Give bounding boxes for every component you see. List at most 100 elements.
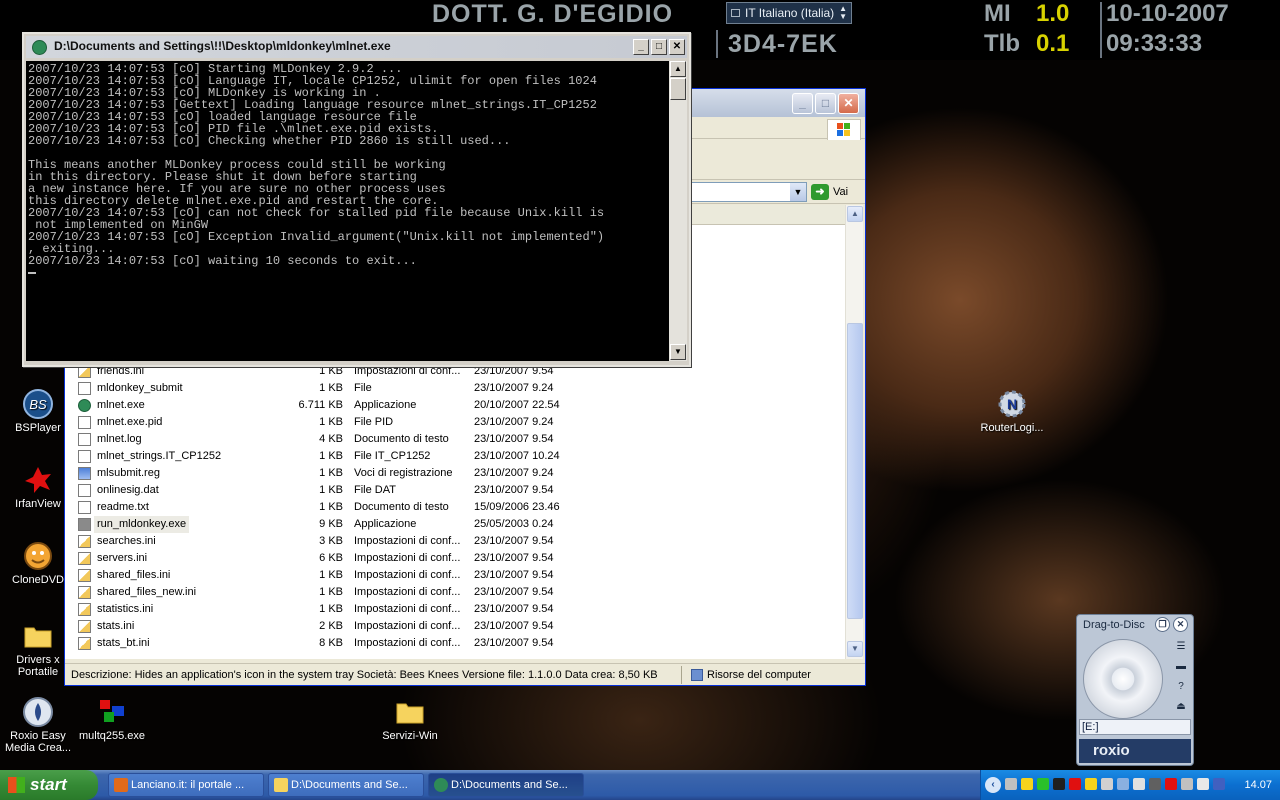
file-icon (78, 620, 91, 633)
file-icon (78, 637, 91, 650)
console-output[interactable]: 2007/10/23 14:07:53 [cO] Starting MLDonk… (26, 61, 669, 361)
file-icon (78, 433, 91, 446)
start-button[interactable]: start (0, 770, 98, 800)
messenger-icon[interactable] (1085, 778, 1097, 790)
file-row[interactable]: mlsubmit.reg 1 KB Voci di registrazione 23/… (65, 465, 845, 482)
file-row[interactable]: searches.ini 3 KB Impostazioni di conf... 2… (65, 533, 845, 550)
minimize-button[interactable]: _ (792, 93, 813, 114)
chevron-down-icon[interactable]: ▼ (790, 183, 806, 201)
console-titlebar[interactable]: D:\Documents and Settings\!!\Desktop\mld… (26, 36, 687, 58)
go-button[interactable]: ➜ Vai (811, 182, 848, 202)
close-icon[interactable]: ✕ (1173, 617, 1188, 632)
language-selector[interactable]: IT Italiano (Italia) ▲ ▼ (726, 2, 852, 24)
spin-arrows-icon[interactable]: ▲ ▼ (839, 5, 847, 21)
drive-selector[interactable]: [E:] (1079, 719, 1191, 735)
folder-icon[interactable]: ▬ (1173, 661, 1189, 677)
desktop-icon-multq[interactable]: multq255.exe (74, 696, 150, 742)
file-size: 1 KB (319, 484, 343, 496)
taskbar-item-browser[interactable]: Lanciano.it: il portale ... (108, 773, 264, 797)
chevron-left-icon[interactable]: ‹ (985, 777, 1001, 793)
shield-icon[interactable] (1021, 778, 1033, 790)
desktop-icon-router[interactable]: N RouterLogi... (974, 388, 1050, 434)
file-icon (78, 552, 91, 565)
updown-arrows-icon[interactable] (1037, 778, 1049, 790)
file-row[interactable]: mlnet_strings.IT_CP1252 1 KB File IT_CP125… (65, 448, 845, 465)
minimize-button[interactable]: _ (633, 39, 649, 55)
ati-icon[interactable] (1165, 778, 1177, 790)
taskbar-item-console[interactable]: D:\Documents and Se... (428, 773, 584, 797)
language-label: IT Italiano (Italia) (745, 6, 835, 20)
desktop-icon-servizi[interactable]: Servizi-Win (372, 696, 448, 742)
close-button[interactable]: ✕ (838, 93, 859, 114)
console-cursor (28, 271, 36, 274)
disc-icon[interactable] (1083, 639, 1163, 719)
drag-to-disc-widget[interactable]: Drag-to-Disc ❐ ✕ ☰ ▬ ? ⏏ [E:] roxio (1076, 614, 1194, 766)
console-line: 2007/10/23 14:07:53 [cO] Exception Inval… (28, 230, 605, 244)
file-row[interactable]: mldonkey_submit 1 KB File 23/10/2007 9.24 (65, 380, 845, 397)
file-row[interactable]: stats.ini 2 KB Impostazioni di conf... 23/1… (65, 618, 845, 635)
file-size: 1 KB (319, 586, 343, 598)
help-icon[interactable]: ? (1173, 681, 1189, 697)
file-type: Applicazione (354, 399, 417, 411)
file-row[interactable]: readme.txt 1 KB Documento di testo 15/09/20… (65, 499, 845, 516)
eject-icon[interactable]: ⏏ (1173, 701, 1189, 717)
file-icon (78, 484, 91, 497)
file-row[interactable]: run_mldonkey.exe 9 KB Applicazione 25/05/20… (65, 516, 845, 533)
speaker-icon[interactable] (1133, 778, 1145, 790)
file-icon (78, 569, 91, 582)
file-size: 6 KB (319, 552, 343, 564)
desktop-icon-roxio[interactable]: Roxio Easy Media Crea... (0, 696, 76, 754)
console-scrollbar[interactable]: ▲ ▼ (669, 61, 687, 361)
svg-text:N: N (1007, 396, 1017, 412)
taskbar-item-explorer[interactable]: D:\Documents and Se... (268, 773, 424, 797)
status-divider (681, 666, 682, 684)
driver-icon[interactable] (1101, 778, 1113, 790)
battery-icon[interactable] (1213, 778, 1225, 790)
restore-icon[interactable]: ❐ (1155, 617, 1170, 632)
network-icon[interactable] (1005, 778, 1017, 790)
tlb-value: 0.1 (1036, 30, 1070, 57)
irfanview-icon (25, 467, 51, 493)
console-cursor-line (28, 267, 669, 279)
console-window[interactable]: D:\Documents and Settings\!!\Desktop\mld… (22, 32, 691, 367)
scroll-down-icon[interactable]: ▼ (847, 641, 863, 657)
maximize-button[interactable]: □ (651, 39, 667, 55)
file-row[interactable]: mlnet.exe.pid 1 KB File PID 23/10/2007 9.24 (65, 414, 845, 431)
flag-icon[interactable] (1069, 778, 1081, 790)
mi-label: MI (984, 0, 1011, 27)
taskbar: start Lanciano.it: il portale ... D:\Doc… (0, 770, 1280, 800)
roxio-logo: roxio (1079, 739, 1191, 763)
file-row[interactable]: onlinesig.dat 1 KB File DAT 23/10/2007 9.54 (65, 482, 845, 499)
settings-icon[interactable] (1181, 778, 1193, 790)
safely-remove-icon[interactable] (1197, 778, 1209, 790)
file-name: stats_bt.ini (97, 637, 150, 649)
scroll-down-icon[interactable]: ▼ (670, 344, 686, 360)
status-location: Risorse del computer (691, 665, 811, 685)
file-row[interactable]: shared_files.ini 1 KB Impostazioni di conf… (65, 567, 845, 584)
scroll-thumb[interactable] (670, 78, 686, 100)
list-icon[interactable]: ☰ (1173, 641, 1189, 657)
vertical-scrollbar[interactable]: ▲ ▼ (845, 205, 863, 659)
maximize-button[interactable]: □ (815, 93, 836, 114)
file-icon (78, 467, 91, 480)
display-icon[interactable] (1149, 778, 1161, 790)
scroll-up-icon[interactable]: ▲ (847, 206, 863, 222)
close-button[interactable]: ✕ (669, 39, 685, 55)
scroll-up-icon[interactable]: ▲ (670, 61, 686, 77)
scroll-thumb[interactable] (847, 323, 863, 619)
file-date: 23/10/2007 9.54 (474, 535, 554, 547)
file-type: Impostazioni di conf... (354, 620, 461, 632)
router-gear-icon: N (998, 390, 1026, 418)
svg-text:BS: BS (29, 397, 47, 412)
top-divider-right (1100, 2, 1102, 58)
status-bar: Descrizione: Hides an application's icon… (65, 663, 865, 685)
tray-clock[interactable]: 14.07 (1244, 770, 1272, 800)
file-row[interactable]: shared_files_new.ini 1 KB Impostazioni di … (65, 584, 845, 601)
bluetooth-icon[interactable] (1117, 778, 1129, 790)
file-row[interactable]: statistics.ini 1 KB Impostazioni di conf..… (65, 601, 845, 618)
file-row[interactable]: servers.ini 6 KB Impostazioni di conf... 23… (65, 550, 845, 567)
monitor-icon[interactable] (1053, 778, 1065, 790)
file-row[interactable]: mlnet.exe 6.711 KB Applicazione 20/10/2007 … (65, 397, 845, 414)
file-row[interactable]: stats_bt.ini 8 KB Impostazioni di conf... 2… (65, 635, 845, 652)
file-row[interactable]: mlnet.log 4 KB Documento di testo 23/10/200… (65, 431, 845, 448)
